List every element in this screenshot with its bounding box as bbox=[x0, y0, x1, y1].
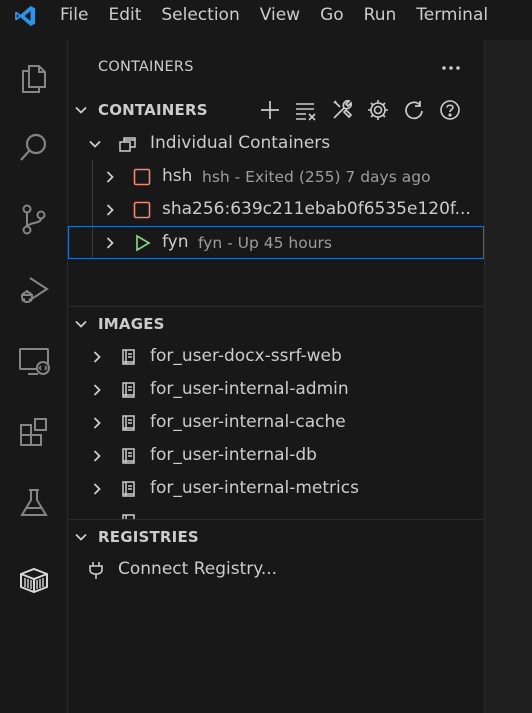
image-item[interactable]: for_user-internal-cache bbox=[68, 406, 484, 439]
chevron-down-icon bbox=[75, 320, 87, 328]
more-actions-icon[interactable] bbox=[436, 56, 466, 80]
chevron-down-icon bbox=[75, 533, 87, 541]
settings-gear-icon[interactable] bbox=[360, 95, 396, 125]
source-control-icon[interactable] bbox=[0, 191, 67, 247]
image-book-icon bbox=[122, 382, 135, 398]
connect-registry-item[interactable]: Connect Registry... bbox=[68, 553, 484, 586]
tools-icon[interactable] bbox=[324, 95, 360, 125]
container-item-fyn[interactable]: fyn fyn - Up 45 hours bbox=[68, 226, 484, 259]
files-icon[interactable] bbox=[0, 50, 67, 106]
clear-list-icon[interactable] bbox=[288, 95, 324, 125]
sidebar-header: CONTAINERS bbox=[68, 40, 484, 96]
menu-view[interactable]: View bbox=[250, 0, 310, 31]
registries-section-header[interactable]: REGISTRIES bbox=[68, 520, 484, 553]
image-item-clipped[interactable] bbox=[68, 505, 484, 519]
containers-section-header[interactable]: CONTAINERS bbox=[68, 93, 484, 126]
image-book-icon bbox=[122, 448, 135, 464]
docker-icon[interactable] bbox=[0, 552, 67, 608]
testing-icon[interactable] bbox=[0, 475, 67, 531]
help-icon[interactable] bbox=[432, 95, 468, 125]
run-debug-icon[interactable] bbox=[0, 262, 67, 318]
extensions-icon[interactable] bbox=[0, 404, 67, 460]
menu-run[interactable]: Run bbox=[354, 0, 407, 31]
image-label: for_user-internal-admin bbox=[150, 379, 349, 399]
image-item[interactable]: for_user-docx-ssrf-web bbox=[68, 340, 484, 373]
images-section-title: IMAGES bbox=[98, 315, 165, 333]
image-book-icon bbox=[122, 514, 135, 519]
sidebar: CONTAINERS CONTAINERS Individual Contain… bbox=[68, 40, 484, 713]
menu-terminal[interactable]: Terminal bbox=[406, 0, 498, 31]
editor-area bbox=[484, 40, 532, 713]
search-icon[interactable] bbox=[0, 120, 67, 176]
image-item[interactable]: for_user-internal-metrics bbox=[68, 472, 484, 505]
chevron-right-icon bbox=[93, 351, 101, 363]
chevron-down-icon bbox=[89, 140, 101, 148]
stopped-square-icon bbox=[133, 201, 151, 219]
image-label: for_user-internal-cache bbox=[150, 412, 346, 432]
indent-guide bbox=[92, 193, 93, 226]
menu-selection[interactable]: Selection bbox=[151, 0, 249, 31]
refresh-icon[interactable] bbox=[396, 95, 432, 125]
container-label: hsh bbox=[162, 166, 193, 186]
container-label: fyn bbox=[162, 232, 189, 252]
container-item-sha256[interactable]: sha256:639c211ebab0f6535e120f... bbox=[68, 193, 484, 226]
images-section-header[interactable]: IMAGES bbox=[68, 307, 484, 340]
remote-explorer-icon[interactable] bbox=[0, 333, 67, 389]
image-item[interactable]: for_user-internal-db bbox=[68, 439, 484, 472]
container-label: sha256:639c211ebab0f6535e120f... bbox=[162, 199, 471, 219]
menu-go[interactable]: Go bbox=[310, 0, 354, 31]
image-label: for_user-internal-db bbox=[150, 445, 317, 465]
activity-bar bbox=[0, 40, 68, 713]
chevron-down-icon bbox=[75, 106, 87, 114]
connect-registry-label: Connect Registry... bbox=[118, 559, 278, 579]
image-book-icon bbox=[122, 415, 135, 431]
indent-guide bbox=[92, 160, 93, 193]
image-book-icon bbox=[122, 349, 135, 365]
image-label: for_user-internal-metrics bbox=[150, 478, 359, 498]
group-label: Individual Containers bbox=[150, 133, 331, 153]
chevron-right-icon bbox=[106, 171, 114, 183]
chevron-right-icon bbox=[93, 417, 101, 429]
chevron-right-icon bbox=[106, 204, 114, 216]
chevron-right-icon bbox=[93, 483, 101, 495]
indent-guide bbox=[92, 227, 93, 258]
stopped-square-icon bbox=[133, 168, 151, 186]
individual-containers-group[interactable]: Individual Containers bbox=[68, 127, 484, 160]
image-label: for_user-docx-ssrf-web bbox=[150, 346, 342, 366]
registries-section-title: REGISTRIES bbox=[98, 528, 199, 546]
title-bar: File Edit Selection View Go Run Terminal bbox=[0, 0, 532, 31]
chevron-right-icon bbox=[106, 237, 114, 249]
image-item[interactable]: for_user-internal-admin bbox=[68, 373, 484, 406]
container-description: hsh - Exited (255) 7 days ago bbox=[202, 168, 431, 186]
running-play-icon bbox=[136, 234, 151, 252]
menu-file[interactable]: File bbox=[50, 0, 98, 31]
container-item-hsh[interactable]: hsh hsh - Exited (255) 7 days ago bbox=[68, 160, 484, 193]
sidebar-title: CONTAINERS bbox=[98, 59, 194, 75]
group-containers-icon bbox=[119, 137, 136, 152]
containers-section-title: CONTAINERS bbox=[98, 101, 208, 119]
vscode-logo-icon bbox=[0, 0, 50, 31]
add-icon[interactable] bbox=[252, 95, 288, 125]
chevron-right-icon bbox=[93, 384, 101, 396]
plug-icon bbox=[89, 562, 103, 579]
containers-section-actions bbox=[252, 93, 468, 126]
chevron-right-icon bbox=[93, 450, 101, 462]
container-description: fyn - Up 45 hours bbox=[198, 234, 332, 252]
image-book-icon bbox=[122, 481, 135, 497]
menu-edit[interactable]: Edit bbox=[98, 0, 151, 31]
